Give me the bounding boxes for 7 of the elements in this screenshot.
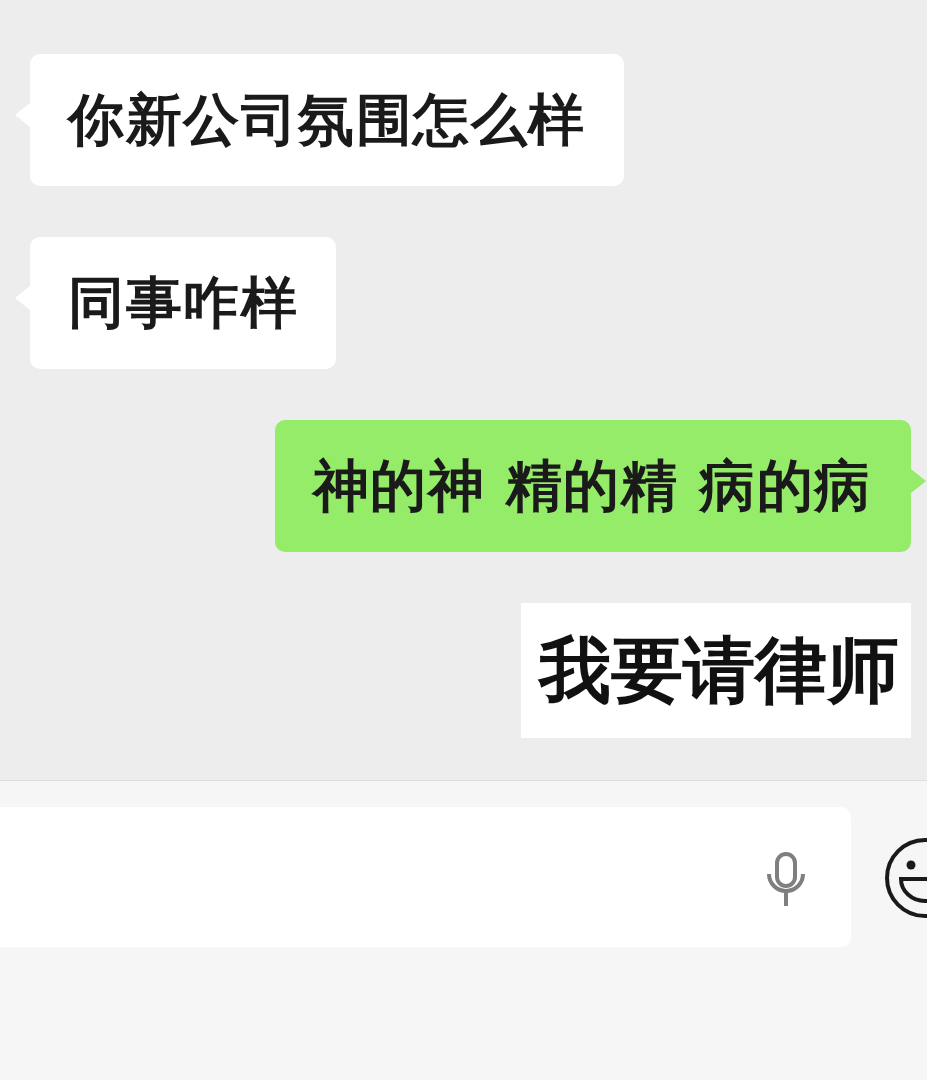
message-bubble: 神的神 精的精 病的病 (274, 420, 926, 552)
smiley-face-icon[interactable] (884, 838, 927, 918)
microphone-icon[interactable] (766, 852, 806, 906)
message-bubble: 同事咋样 (15, 237, 336, 369)
sticker-message: 我要请律师 (521, 603, 911, 738)
message-input-field[interactable] (0, 807, 851, 947)
message-bubble: 你新公司氛围怎么样 (15, 54, 624, 186)
